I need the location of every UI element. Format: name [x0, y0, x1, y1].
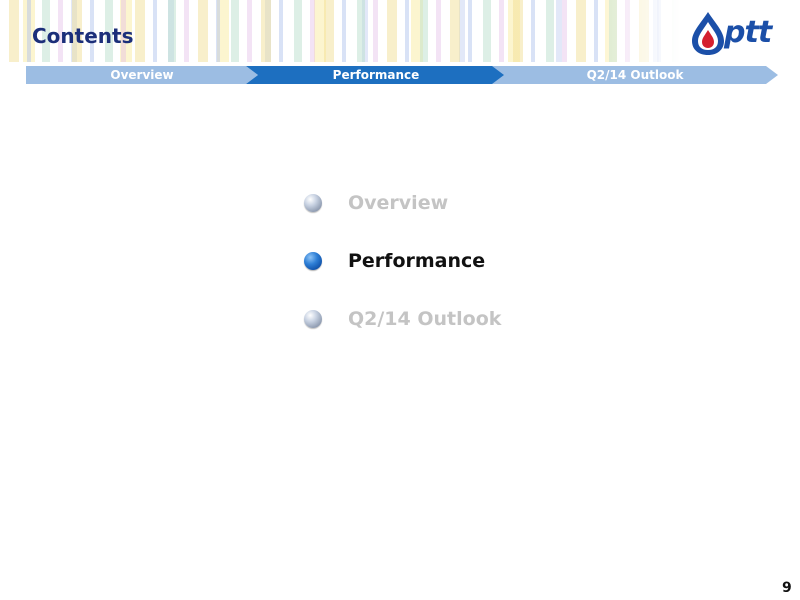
contents-item-overview[interactable]: Overview: [304, 190, 501, 248]
page-title: Contents: [32, 24, 134, 48]
page-number: 9: [782, 580, 792, 596]
contents-item-label: Q2/14 Outlook: [348, 308, 502, 330]
contents-item-outlook[interactable]: Q2/14 Outlook: [304, 306, 501, 364]
active-bullet-icon: [304, 252, 322, 270]
inactive-bullet-icon: [304, 310, 322, 328]
nav-segment-performance[interactable]: Performance: [246, 66, 506, 84]
contents-item-label: Overview: [348, 192, 449, 214]
contents-item-performance[interactable]: Performance: [304, 248, 501, 306]
nav-segment-outlook[interactable]: Q2/14 Outlook: [492, 66, 778, 84]
logo-wordmark: ptt: [724, 15, 772, 50]
nav-segment-overview[interactable]: Overview: [26, 66, 258, 84]
contents-list: Overview Performance Q2/14 Outlook: [304, 190, 501, 364]
section-progress-bar: Overview Performance Q2/14 Outlook: [26, 66, 778, 84]
contents-item-label: Performance: [348, 250, 486, 272]
inactive-bullet-icon: [304, 194, 322, 212]
